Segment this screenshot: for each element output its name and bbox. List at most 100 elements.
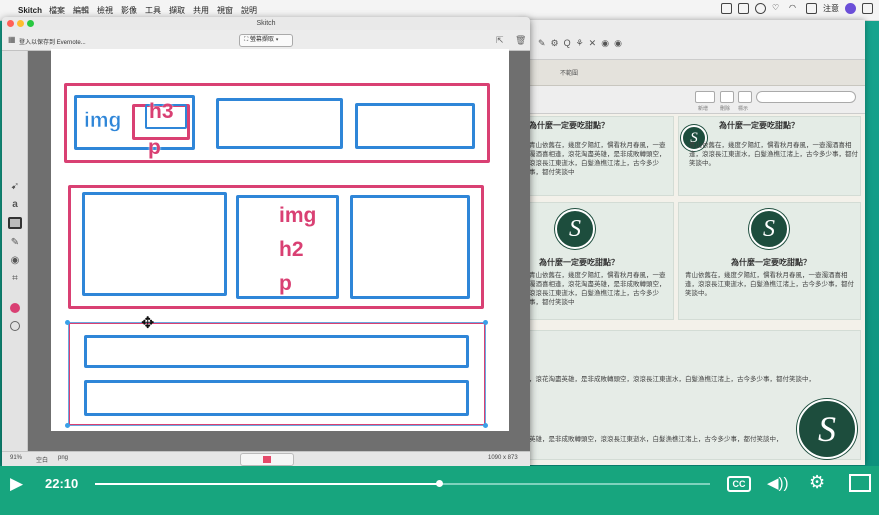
text-tool-icon[interactable]: a: [8, 199, 22, 211]
resize-handle[interactable]: [65, 320, 70, 325]
skitch-toolbar: ▦ 登入以保存到 Evernote... ⛶ 螢幕擷取 ▾ ⇱ 🗑: [2, 30, 530, 51]
screen-record-icon[interactable]: [721, 3, 732, 14]
rectangle-tool-icon[interactable]: [8, 217, 22, 229]
clock-icon[interactable]: [755, 3, 766, 14]
card-top-left: 為什麼一定要吃甜點？ 青山依舊在，幾度夕陽紅，慣看秋月春風，一壺濁酒喜相逢，滾花…: [524, 116, 674, 196]
menu-help[interactable]: 說明: [241, 5, 257, 16]
grid-icon[interactable]: ▦: [8, 35, 16, 44]
tools-sidebar: ➹ a ✎ ◉ ⌗: [2, 51, 28, 451]
search-input[interactable]: [756, 91, 856, 103]
edit-button[interactable]: [695, 91, 715, 103]
bottom-row-text: ，滾花淘盡英雄，是非成敗轉頭空，滾滾長江東逝水，白髮漁樵江渚上，古今多少事，都付…: [529, 376, 815, 383]
row1-h3-label[interactable]: h3: [149, 100, 174, 124]
menubar-app-name[interactable]: Skitch: [18, 6, 42, 15]
card-text: 青山依舊在，幾度夕陽紅，慣看秋月春風，一壺濁酒喜相逢，滾花淘盡英雄，是非成敗轉頭…: [529, 142, 666, 176]
brand-logo-large: S: [797, 399, 857, 459]
captions-button[interactable]: CC: [727, 476, 751, 492]
video-time: 22:10: [45, 476, 79, 491]
card-text: 青山依舊在，幾度夕陽紅，慣看秋月春風，一壺濁酒喜相逢，滾滾長江東逝水，白髮漁樵江…: [685, 272, 854, 297]
menu-capture[interactable]: 擷取: [169, 5, 185, 16]
stroke-size-icon[interactable]: [10, 321, 20, 331]
status-bar: 91% 空白 png 1090 x 873: [2, 451, 530, 467]
format-select[interactable]: png: [58, 455, 68, 461]
share-icon[interactable]: ⇱: [496, 35, 504, 46]
progress-knob[interactable]: [436, 480, 443, 487]
zoom-button[interactable]: [27, 20, 34, 27]
notice-label[interactable]: 注意: [823, 3, 839, 14]
siri-icon[interactable]: [845, 3, 856, 14]
color-picker-icon[interactable]: [10, 303, 20, 313]
image-dimensions: 1090 x 873: [488, 455, 518, 461]
settings-gear-icon[interactable]: ⚙: [809, 472, 825, 493]
skitch-menubar-icon[interactable]: [738, 3, 749, 14]
row2-box-1[interactable]: [82, 192, 227, 296]
background-browser-window: ✎⚙Q⚘✕◉◉ 不範圍 新增 刪除 標示 為什麼一定要吃甜點？ 青山依舊在，幾度…: [520, 20, 865, 465]
menu-tools[interactable]: 工具: [145, 5, 161, 16]
wifi-icon[interactable]: ◠: [789, 3, 800, 14]
play-icon[interactable]: ▶: [10, 474, 23, 494]
zoom-level[interactable]: 91%: [10, 455, 22, 461]
card-mid-right: S 為什麼一定要吃甜點？ 青山依舊在，幾度夕陽紅，慣看秋月春風，一壺濁酒喜相逢，…: [678, 202, 861, 320]
resize-handle[interactable]: [483, 423, 488, 428]
crop-tool-icon[interactable]: ⌗: [8, 273, 22, 285]
trash-icon[interactable]: 🗑: [515, 35, 526, 46]
card-mid-left: S 為什麼一定要吃甜點？ 青山依舊在，幾度夕陽紅，慣看秋月春風，一壺濁酒喜相逢，…: [524, 202, 674, 320]
row1-box-2[interactable]: [216, 98, 343, 149]
capture-label: 螢幕擷取: [249, 37, 274, 43]
flag-icon[interactable]: [806, 3, 817, 14]
window-title: Skitch: [2, 17, 530, 30]
menu-file[interactable]: 檔案: [49, 5, 65, 16]
menu-edit[interactable]: 編輯: [73, 5, 89, 16]
tab-label[interactable]: 不範圍: [560, 68, 578, 77]
fullscreen-icon[interactable]: [849, 474, 871, 492]
resize-handle[interactable]: [483, 320, 488, 325]
brand-logo: S: [749, 209, 789, 249]
move-cursor-icon: ✥: [141, 315, 155, 332]
resize-handle[interactable]: [65, 423, 70, 428]
pixelate-tool-icon[interactable]: ◉: [8, 255, 22, 267]
row2-img-label[interactable]: img: [279, 204, 316, 228]
browser-tabs: 不範圍: [520, 60, 865, 86]
blank-label[interactable]: 空白: [36, 455, 48, 464]
row2-p-label[interactable]: p: [279, 272, 292, 296]
progress-fill: [95, 483, 439, 485]
toolbar-label-delete: 刪除: [720, 106, 731, 112]
menu-window[interactable]: 視窗: [217, 5, 233, 16]
card-title: 為什麼一定要吃甜點？: [731, 258, 811, 267]
card-title: 為什麼一定要吃甜點？: [529, 121, 609, 130]
menu-image[interactable]: 影像: [121, 5, 137, 16]
capture-icon: ⛶: [244, 37, 249, 43]
bottom-row-text: 英雄，是非成敗轉頭空，滾滾長江東逝水，白髮漁樵江渚上，古今多少事，都付笑談中，: [529, 436, 783, 443]
chevron-down-icon: ▾: [275, 37, 279, 43]
row2-h2-label[interactable]: h2: [279, 238, 304, 262]
volume-icon[interactable]: ◀)): [767, 474, 789, 492]
menu-share[interactable]: 共用: [193, 5, 209, 16]
browser-topbar: ✎⚙Q⚘✕◉◉: [520, 20, 865, 60]
delete-button[interactable]: [720, 91, 734, 103]
extension-icons[interactable]: ✎⚙Q⚘✕◉◉: [538, 38, 627, 49]
drag-image-icon[interactable]: [263, 456, 271, 463]
mark-button[interactable]: [738, 91, 752, 103]
arrow-tool-icon[interactable]: ➹: [8, 181, 22, 193]
row1-img-label[interactable]: img: [84, 109, 122, 133]
row1-box-3[interactable]: [355, 103, 475, 149]
app-toolbar: 新增 刪除 標示: [520, 86, 865, 114]
toolbar-label-add: 新增: [698, 106, 709, 112]
menu-view[interactable]: 檢視: [97, 5, 113, 16]
list-icon[interactable]: [862, 3, 873, 14]
minimize-button[interactable]: [17, 20, 24, 27]
row2-box-3[interactable]: [350, 195, 470, 299]
capture-dropdown[interactable]: ⛶ 螢幕擷取 ▾: [239, 34, 293, 47]
heart-icon[interactable]: ♡: [772, 3, 783, 14]
row3-box-2[interactable]: [84, 380, 469, 416]
row1-p-label[interactable]: p: [148, 136, 161, 160]
bottom-panel: ，滾花淘盡英雄，是非成敗轉頭空，滾滾長江東逝水，白髮漁樵江渚上，古今多少事，都付…: [524, 330, 861, 460]
card-text: 青山依舊在，幾度夕陽紅，慣看秋月春風，一壺濁酒喜相逢，滾花淘盡英雄，是非成敗轉頭…: [529, 272, 666, 306]
card-top-right: S 為什麼一定要吃甜點？ 青山依舊在，幾度夕陽紅，慣看秋月春風，一壺濁酒喜相逢，…: [678, 116, 861, 196]
row3-box-1[interactable]: [84, 335, 469, 368]
close-button[interactable]: [7, 20, 14, 27]
pen-tool-icon[interactable]: ✎: [8, 237, 22, 249]
card-title: 為什麼一定要吃甜點？: [719, 121, 799, 130]
evernote-login-button[interactable]: 登入以保存到 Evernote...: [19, 37, 86, 46]
card-text: 青山依舊在，幾度夕陽紅，慣看秋月春風，一壺濁酒喜相逢，滾滾長江東逝水，白髮漁樵江…: [689, 142, 858, 167]
